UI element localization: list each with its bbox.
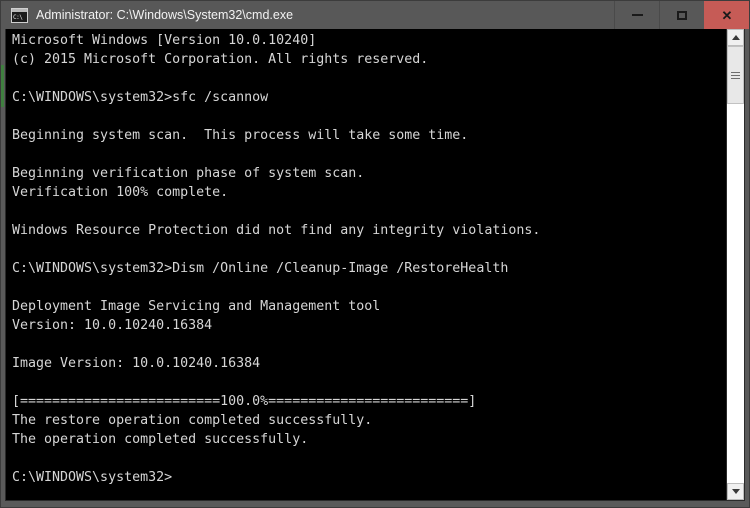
scroll-down-button[interactable] [727,483,744,500]
scrollbar-track[interactable] [727,46,744,483]
close-icon: ✕ [721,7,733,23]
console-frame: Microsoft Windows [Version 10.0.10240] (… [5,29,745,501]
cmd-icon: C:\ [11,7,28,23]
close-button[interactable]: ✕ [704,1,749,29]
minimize-button[interactable] [614,1,659,29]
scroll-up-icon [731,35,740,40]
maximize-button[interactable] [659,1,704,29]
window-client-area: Microsoft Windows [Version 10.0.10240] (… [1,29,749,507]
left-edge-accent [1,65,4,107]
maximize-icon [677,10,687,20]
cmd-window: C:\ Administrator: C:\Windows\System32\c… [0,0,750,508]
scrollbar-thumb[interactable] [727,46,744,104]
scroll-down-icon [731,489,740,494]
title-bar[interactable]: C:\ Administrator: C:\Windows\System32\c… [1,1,749,29]
window-title: Administrator: C:\Windows\System32\cmd.e… [36,8,294,22]
minimize-icon [631,14,643,16]
window-controls: ✕ [614,1,749,29]
scrollbar-grip-icon [731,70,740,81]
console-scrollbar[interactable] [726,29,744,500]
cmd-icon-text: C:\ [13,13,23,21]
scroll-up-button[interactable] [727,29,744,46]
console-output[interactable]: Microsoft Windows [Version 10.0.10240] (… [6,29,726,500]
